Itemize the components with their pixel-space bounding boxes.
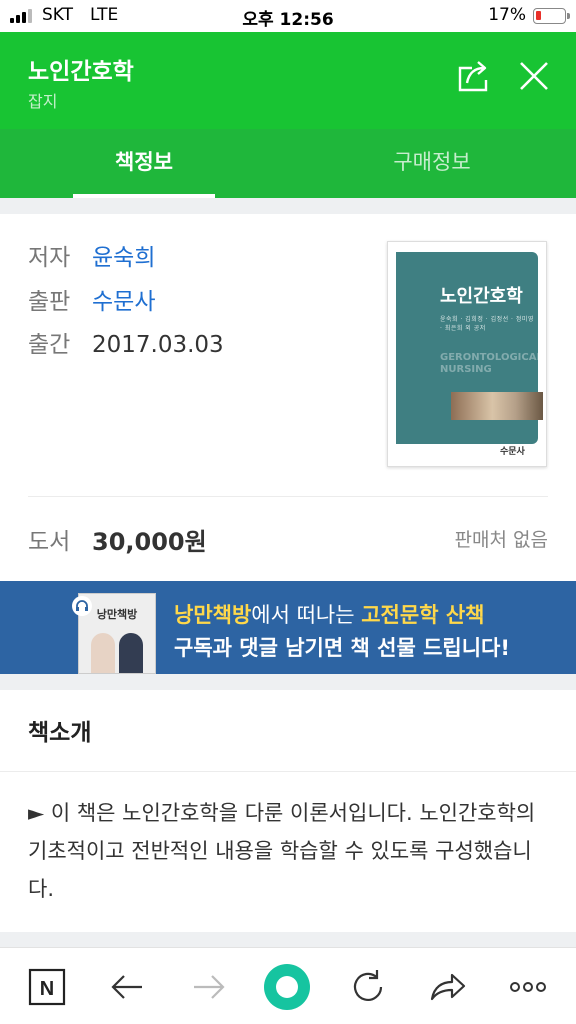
share-icon — [458, 61, 488, 92]
cover-publisher: 수문사 — [500, 447, 525, 457]
cover-face: 노인간호학 윤숙희 · 김희정 · 김정선 · 정미영 · 최은희 외 공저 G… — [396, 252, 543, 444]
forward-button[interactable] — [184, 963, 232, 1011]
banner-highlight: 낭만책방 — [174, 603, 252, 627]
host-figure — [91, 633, 115, 673]
cover-title: 노인간호학 — [440, 286, 523, 307]
cover-english-line2: NURSING — [440, 364, 492, 375]
section-separator — [0, 198, 576, 214]
green-dot-button[interactable] — [263, 963, 311, 1011]
author-link[interactable]: 윤숙희 — [92, 245, 155, 271]
seller-status: 판매처 없음 — [454, 529, 548, 551]
intro-text: ► 이 책은 노인간호학을 다룬 이론서입니다. 노인간호학의 기초적이고 전반… — [28, 801, 536, 901]
forward-arrow-icon — [194, 975, 225, 999]
battery-percent: 17% — [488, 5, 526, 25]
divider — [0, 771, 576, 772]
host-figure — [119, 633, 143, 673]
close-button[interactable] — [512, 54, 556, 98]
cover-authors: 윤숙희 · 김희정 · 김정선 · 정미영 · 최은희 외 공저 — [440, 316, 534, 332]
publisher-row: 출판 수문사 — [28, 282, 155, 316]
naver-home-icon: N — [28, 968, 66, 1006]
share-button[interactable] — [452, 54, 496, 98]
cover-english-title: GERONTOLOGICAL NURSING — [440, 352, 543, 376]
publisher-label: 출판 — [28, 289, 71, 315]
share-button-bottom[interactable] — [424, 963, 472, 1011]
price-label: 도서 — [28, 529, 71, 555]
status-bar: SKT LTE 오후 12:56 17% — [0, 0, 576, 32]
app-header: 노인간호학 잡지 — [0, 32, 576, 129]
headphone-icon — [72, 596, 92, 616]
date-label: 출간 — [28, 332, 71, 358]
bottom-toolbar: N — [0, 947, 576, 1024]
tab-purchase-info[interactable]: 구매정보 — [288, 129, 576, 198]
publish-date: 2017.03.03 — [92, 332, 224, 358]
section-separator — [0, 674, 576, 690]
tab-bar: 책정보 구매정보 — [0, 129, 576, 198]
refresh-button[interactable] — [344, 963, 392, 1011]
author-label: 저자 — [28, 245, 71, 271]
back-arrow-icon — [111, 975, 142, 999]
back-button[interactable] — [104, 963, 152, 1011]
green-dot-icon — [264, 964, 310, 1010]
tab-book-info[interactable]: 책정보 — [0, 129, 288, 198]
more-icon — [510, 982, 546, 992]
date-row: 출간 2017.03.03 — [28, 325, 224, 359]
svg-text:N: N — [40, 978, 54, 1000]
page-subtitle: 잡지 — [28, 92, 58, 111]
battery-icon — [533, 8, 570, 24]
share-arrow-icon — [430, 973, 466, 1001]
publisher-link[interactable]: 수문사 — [92, 289, 155, 315]
section-separator — [0, 932, 576, 947]
book-cover[interactable]: 노인간호학 윤숙희 · 김희정 · 김정선 · 정미영 · 최은희 외 공저 G… — [387, 241, 547, 467]
banner-middle: 에서 떠나는 — [251, 603, 362, 627]
cover-english-line1: GERONTOLOGICAL — [440, 352, 543, 363]
page-title: 노인간호학 — [28, 59, 134, 85]
cover-photo — [451, 392, 543, 420]
banner-subline: 구독과 댓글 남기면 책 선물 드립니다! — [174, 636, 510, 660]
intro-heading: 책소개 — [28, 720, 92, 746]
author-row: 저자 윤숙희 — [28, 238, 155, 272]
banner-highlight-2: 고전문학 산책 — [361, 603, 485, 627]
close-icon — [520, 62, 548, 90]
price-value: 30,000원 — [92, 528, 207, 556]
promo-banner[interactable]: 낭만책방 낭만책방에서 떠나는 고전문학 산책 구독과 댓글 남기면 책 선물 … — [0, 581, 576, 674]
refresh-icon — [353, 970, 383, 1001]
naver-home-button[interactable]: N — [23, 963, 71, 1011]
banner-headline: 낭만책방에서 떠나는 고전문학 산책 — [174, 599, 484, 629]
more-button[interactable] — [504, 963, 552, 1011]
divider — [28, 496, 548, 497]
